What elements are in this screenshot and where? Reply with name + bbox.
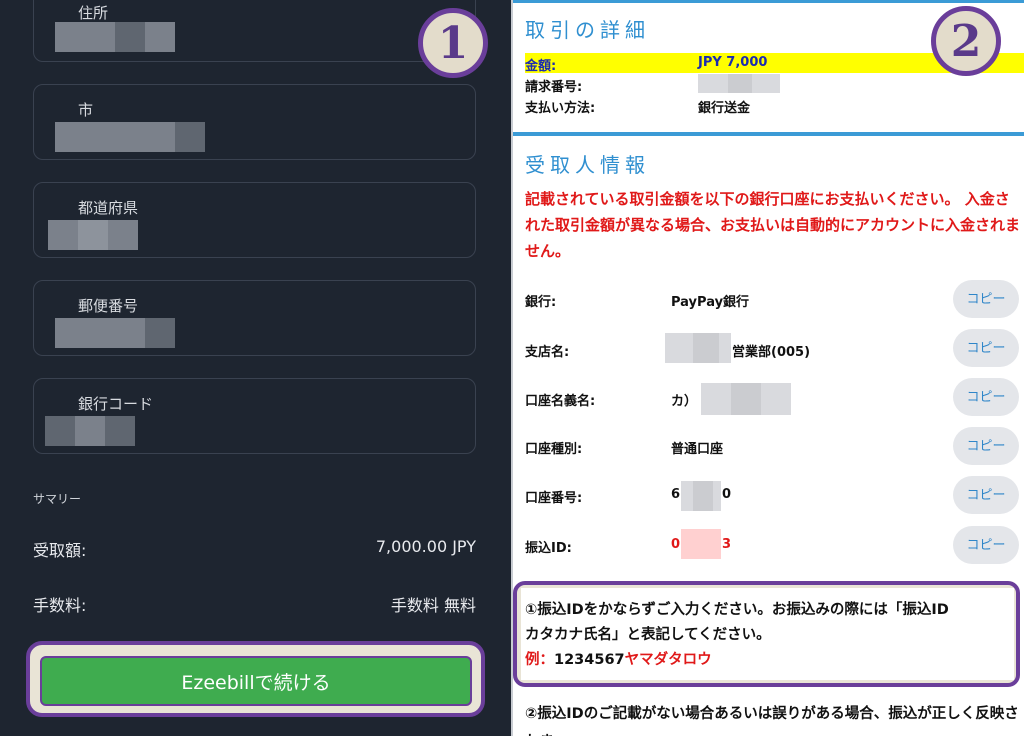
summary-title: サマリー [33,492,82,506]
example-id: 1234567 [554,652,625,668]
received-amount-value: 7,000.00 JPY [375,537,476,556]
amount-value: JPY 7,000 [698,55,768,70]
address-label: 住所 [78,4,109,22]
step-2-badge: 2 [931,6,1001,76]
payment-method-label: 支払い方法: [525,101,596,116]
bank-code-label: 銀行コード [78,395,154,413]
note-line-1: ①振込IDをかならずご入力ください。お振込みの際には「振込ID [525,602,949,618]
account-number-end: 0 [722,487,732,502]
invoice-number-label: 請求番号: [525,80,583,95]
bank-label: 銀行: [525,295,557,310]
section-divider [513,132,1024,136]
redaction-block [731,383,761,415]
top-accent-bar [513,0,1024,3]
redacted-postal-code-value [55,318,145,348]
redaction-block [115,22,145,52]
account-type-label: 口座種別: [525,442,583,457]
fee-label: 手数料: [33,596,87,615]
redacted-transfer-id [681,529,721,559]
transfer-id-start: 0 [671,537,681,552]
postal-code-label: 郵便番号 [78,297,139,315]
amount-label: 金額: [525,59,557,74]
bank-value: PayPay銀行 [671,295,750,310]
redaction-block [728,74,752,93]
transfer-id-note-2: ②振込IDのご記載がない場合あるいは誤りがある場合、振込が正しく反映されま [525,706,1019,736]
recipient-info-title: 受取人情報 [525,153,650,177]
city-label: 市 [78,101,94,119]
redaction-block [78,220,108,250]
transaction-details-title: 取引の詳細 [525,18,650,42]
account-number-label: 口座番号: [525,491,583,506]
payment-method-value: 銀行送金 [698,101,751,116]
redacted-city-value [55,122,175,152]
redaction-block [105,416,135,446]
redaction-block [693,333,719,363]
redaction-block [175,122,205,152]
transfer-id-label: 振込ID: [525,541,572,556]
note-line-2: カタカナ氏名」と表記してください。 [525,627,771,643]
transfer-id-end: 3 [722,537,732,552]
prefecture-label: 都道府県 [78,199,139,217]
copy-branch-button[interactable]: コピー [953,329,1019,367]
fee-value: 手数料 無料 [390,596,476,615]
branch-label: 支店名: [525,345,570,360]
transfer-id-note: ①振込IDをかならずご入力ください。お振込みの際には「振込ID カタカナ氏名」と… [525,598,1015,673]
copy-account-number-button[interactable]: コピー [953,476,1019,514]
branch-value: 営業部(005) [732,345,811,360]
copy-bank-button[interactable]: コピー [953,280,1019,318]
account-name-label: 口座名義名: [525,394,596,409]
example-label: 例： [525,652,554,668]
step-1-badge: 1 [418,8,488,78]
note-example: 例：1234567ヤマダタロウ [525,648,1015,673]
example-name: ヤマダタロウ [624,652,712,668]
address-form-panel: 住所 市 都道府県 郵便番号 銀行コード サマリー 受取額: 7,000.00 … [0,0,511,736]
account-number-start: 6 [671,487,681,502]
copy-transfer-id-button[interactable]: コピー [953,526,1019,564]
redaction-block [145,318,175,348]
redaction-block [75,416,105,446]
transaction-details-panel: 取引の詳細 金額: JPY 7,000 請求番号: 支払い方法: 銀行送金 受取… [513,0,1024,736]
continue-with-ezeebill-button[interactable]: Ezeebillで続ける [40,656,472,706]
account-type-value: 普通口座 [671,442,724,457]
payment-warning-text: 記載されている取引金額を以下の銀行口座にお支払いください。 入金された取引金額が… [525,190,1021,260]
copy-account-type-button[interactable]: コピー [953,427,1019,465]
copy-account-name-button[interactable]: コピー [953,378,1019,416]
account-name-value: カ） [671,394,698,409]
redaction-block [693,481,713,511]
received-amount-label: 受取額: [33,541,87,560]
